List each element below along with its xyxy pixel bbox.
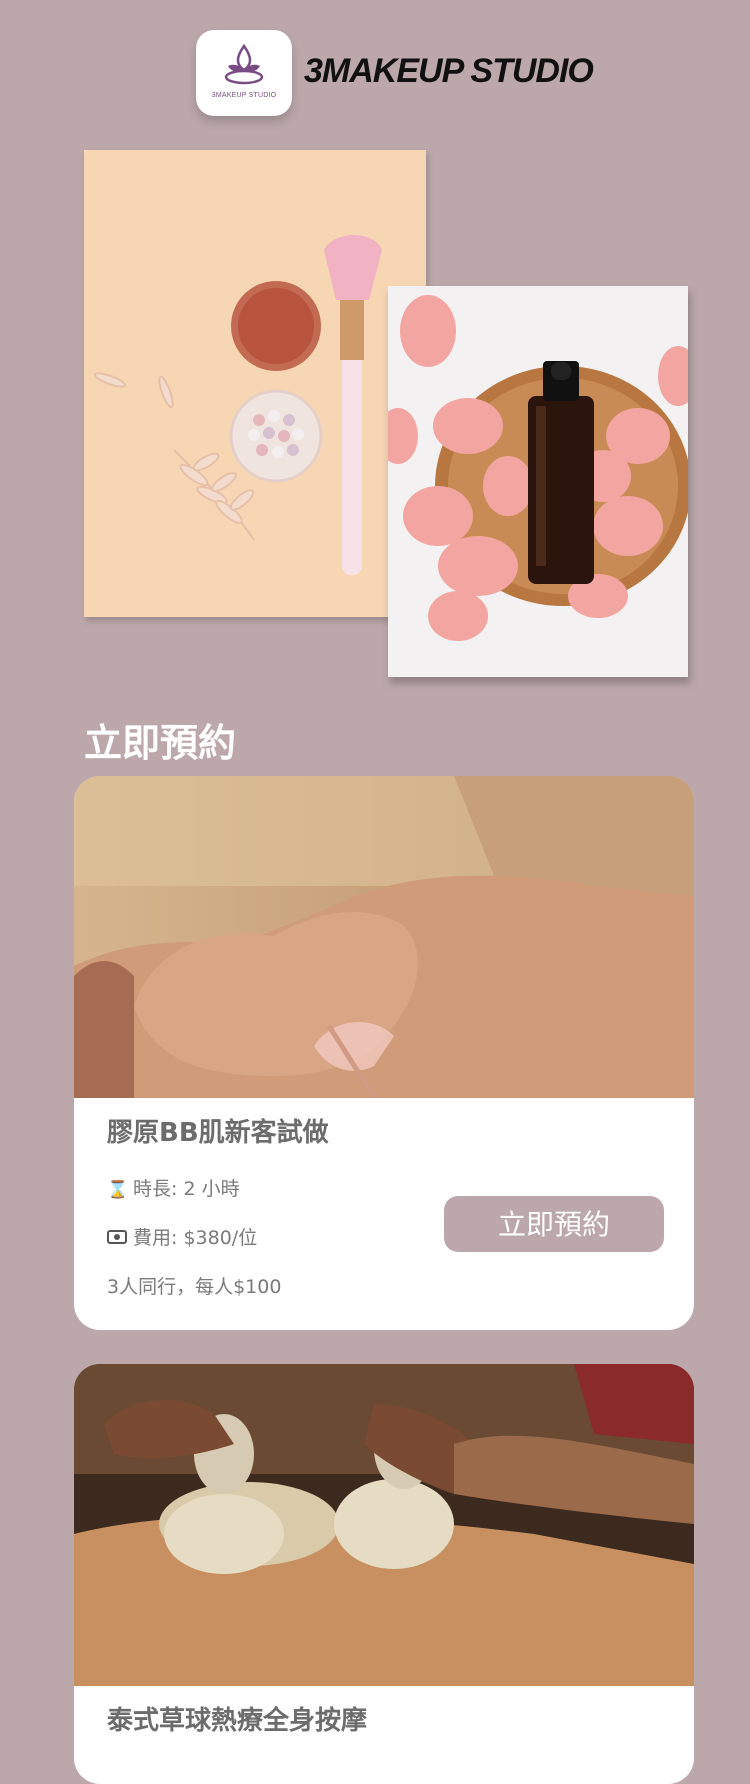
facial-treatment-image (74, 776, 694, 1098)
brand-title: 3MAKEUP STUDIO (304, 52, 594, 90)
duration-row: ⌛ 時長: 2 小時 (107, 1174, 240, 1201)
section-title: 立即預約 (84, 721, 237, 765)
header: 3MAKEUP STUDIO 3MAKEUP STUDIO (0, 30, 750, 116)
service-card[interactable]: 泰式草球熱療全身按摩 (74, 1364, 694, 1784)
herbal-massage-image (74, 1364, 694, 1686)
app-logo[interactable]: 3MAKEUP STUDIO (196, 30, 292, 116)
logo-text: 3MAKEUP STUDIO (211, 92, 277, 99)
oil-bottle-photo (388, 286, 688, 677)
service-card[interactable]: 膠原BB肌新客試做 ⌛ 時長: 2 小時 費用: $380/位 3人同行，每人$1… (74, 776, 694, 1330)
hourglass-icon: ⌛ (107, 1180, 129, 1200)
money-icon (107, 1229, 129, 1249)
service-title: 泰式草球熱療全身按摩 (107, 1706, 368, 1736)
lotus-drop-icon (224, 43, 264, 85)
makeup-photo (84, 150, 426, 617)
service-title: 膠原BB肌新客試做 (107, 1118, 329, 1148)
book-now-button[interactable]: 立即預約 (444, 1196, 664, 1252)
duration-text: 時長: 2 小時 (133, 1178, 240, 1200)
price-text: 費用: $380/位 (133, 1227, 258, 1249)
promo-text: 3人同行，每人$100 (107, 1276, 282, 1298)
price-row: 費用: $380/位 (107, 1223, 257, 1250)
